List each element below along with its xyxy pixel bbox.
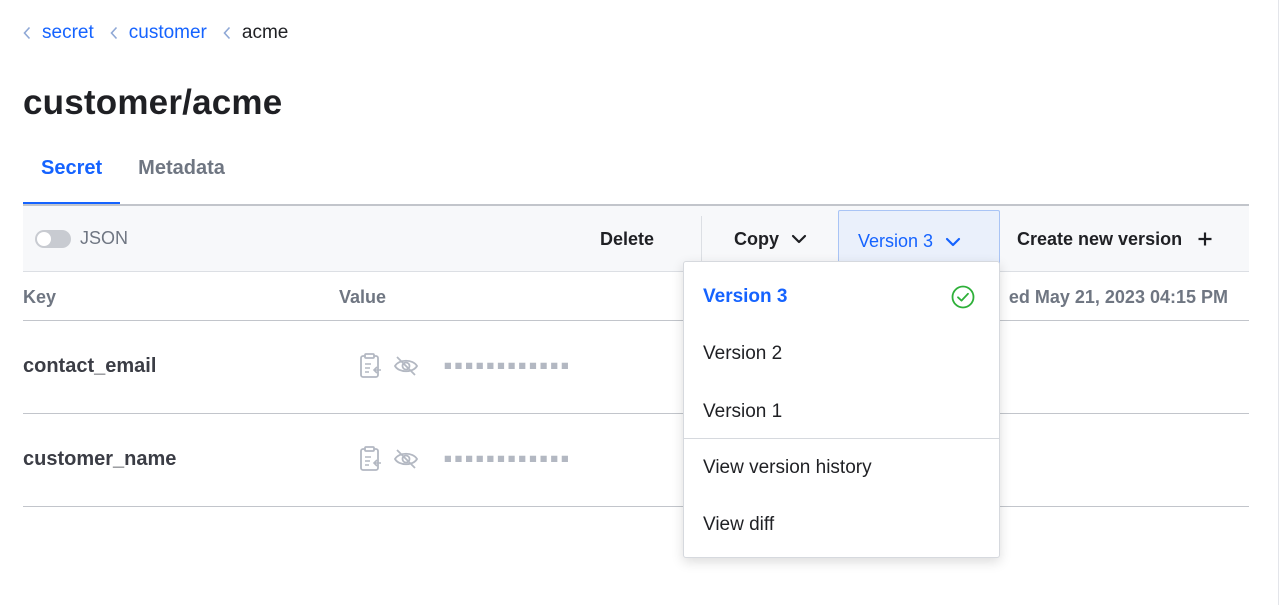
- column-header-key: Key: [23, 287, 57, 307]
- value-actions: [359, 446, 429, 472]
- create-button-label: Create new version: [1017, 228, 1183, 249]
- eye-off-icon[interactable]: [393, 355, 419, 377]
- delete-button-label: Delete: [600, 228, 655, 249]
- breadcrumb-link-secret[interactable]: secret: [42, 22, 94, 44]
- version-button-label: Version 3: [858, 231, 934, 251]
- menu-item-version-2[interactable]: Version 2: [684, 326, 999, 382]
- breadcrumb-item-customer[interactable]: customer: [110, 22, 207, 44]
- page-title: customer/acme: [23, 83, 283, 122]
- breadcrumb-link-customer[interactable]: customer: [129, 22, 207, 44]
- json-toggle[interactable]: JSON: [35, 228, 128, 249]
- clipboard-icon[interactable]: [359, 446, 383, 472]
- version-dropdown-menu: Version 3 Version 2 Version 1 View versi…: [683, 261, 1000, 558]
- menu-item-label: Version 3: [703, 286, 788, 307]
- chevron-down-icon: [945, 237, 961, 246]
- secret-toolbar: JSON Delete Copy Version 3 Create new ve…: [23, 204, 1249, 272]
- secret-key: customer_name: [23, 448, 177, 470]
- tab-metadata[interactable]: Metadata: [120, 151, 243, 205]
- menu-item-label: View diff: [703, 514, 775, 535]
- created-timestamp: ed May 21, 2023 04:15 PM: [1008, 287, 1228, 307]
- menu-divider: [684, 438, 999, 439]
- delete-button[interactable]: Delete: [600, 206, 654, 272]
- menu-item-label: View version history: [703, 457, 872, 478]
- chevron-left-icon: [110, 26, 120, 40]
- chevron-down-icon: [791, 234, 807, 244]
- json-toggle-label: JSON: [80, 228, 129, 248]
- secret-key: contact_email: [23, 355, 157, 377]
- eye-off-icon[interactable]: [393, 448, 419, 470]
- chevron-left-icon: [23, 26, 33, 40]
- create-new-version-button[interactable]: Create new version: [1017, 206, 1212, 272]
- plus-icon: [1198, 232, 1212, 246]
- menu-item-version-1[interactable]: Version 1: [684, 384, 999, 440]
- table-row: contact_email ▪▪▪▪▪▪▪▪▪▪▪▪: [23, 321, 1249, 414]
- tab-bar: Secret Metadata: [23, 151, 243, 205]
- masked-value: ▪▪▪▪▪▪▪▪▪▪▪▪: [443, 448, 571, 467]
- table-header: Key Value ed May 21, 2023 04:15 PM: [23, 272, 1249, 321]
- check-circle-icon: [951, 285, 975, 309]
- breadcrumb: secret customer acme: [23, 21, 304, 45]
- breadcrumb-item-secret[interactable]: secret: [23, 22, 94, 44]
- breadcrumb-item-acme: acme: [223, 22, 288, 44]
- tab-secret[interactable]: Secret: [23, 151, 121, 205]
- menu-item-label: Version 2: [703, 343, 783, 364]
- menu-item-view-diff[interactable]: View diff: [684, 497, 999, 553]
- copy-button-label: Copy: [734, 228, 779, 249]
- value-actions: [359, 353, 429, 379]
- toolbar-divider: [701, 216, 702, 264]
- menu-item-version-3[interactable]: Version 3: [684, 269, 999, 325]
- menu-item-view-version-history[interactable]: View version history: [684, 440, 999, 496]
- menu-item-label: Version 1: [703, 401, 783, 422]
- clipboard-icon[interactable]: [359, 353, 383, 379]
- toggle-switch[interactable]: [35, 229, 71, 248]
- breadcrumb-current: acme: [241, 22, 289, 43]
- masked-value: ▪▪▪▪▪▪▪▪▪▪▪▪: [443, 355, 571, 374]
- chevron-left-icon: [223, 26, 233, 40]
- column-header-value: Value: [339, 287, 387, 307]
- table-row: customer_name ▪▪▪▪▪▪▪▪▪▪▪▪: [23, 414, 1249, 507]
